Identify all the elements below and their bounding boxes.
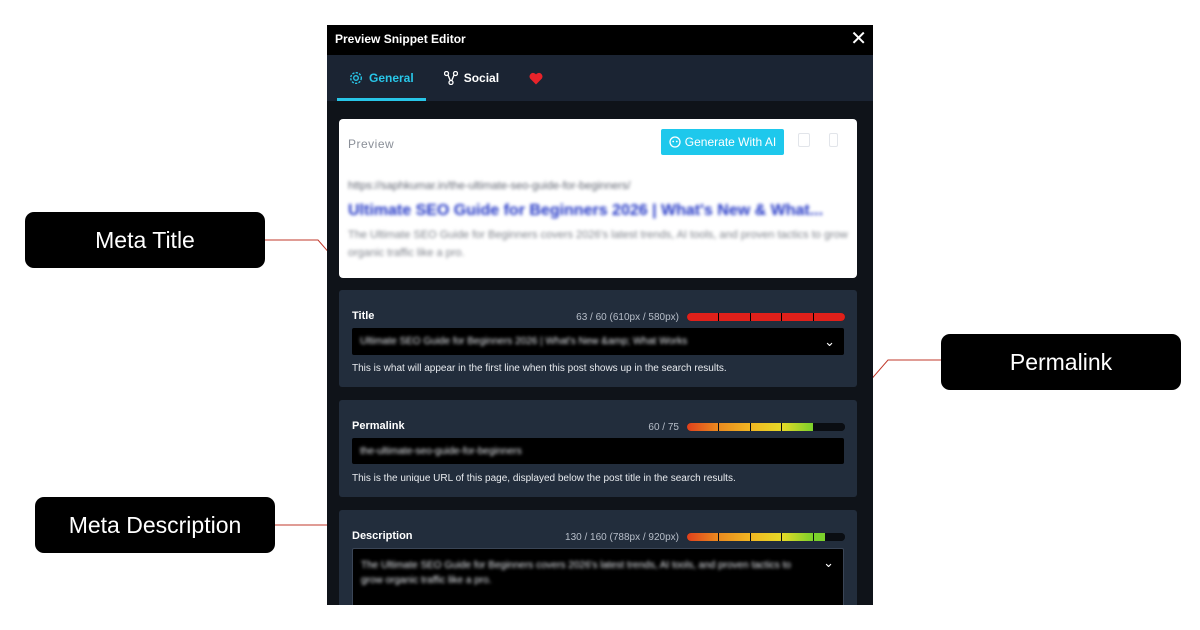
tab-general[interactable]: General [337, 55, 426, 101]
permalink-length-counter: 60 / 75 [648, 422, 679, 433]
preview-description: The Ultimate SEO Guide for Beginners cov… [348, 229, 848, 259]
meter-segment [718, 313, 750, 321]
tab-general-label: General [369, 71, 414, 85]
tab-bar: General Social [327, 55, 873, 101]
title-length-meter [687, 313, 845, 321]
description-length-meter [687, 533, 845, 541]
meter-segment [782, 423, 814, 431]
title-input-value: Ultimate SEO Guide for Beginners 2026 | … [360, 336, 688, 347]
tab-favorites[interactable] [517, 55, 555, 101]
meter-segment [782, 313, 814, 321]
description-field-panel: Description 130 / 160 (788px / 920px) Th… [339, 510, 857, 605]
title-field-panel: Title 63 / 60 (610px / 580px) Ultimate S… [339, 290, 857, 387]
generate-with-ai-button[interactable]: Generate With AI [661, 129, 784, 155]
preview-url: https://saphkumar.in/the-ultimate-seo-gu… [348, 180, 631, 192]
title-length-counter: 63 / 60 (610px / 580px) [576, 312, 679, 323]
ai-robot-icon [669, 136, 681, 148]
permalink-field-label: Permalink [352, 420, 405, 432]
meter-segment [782, 533, 814, 541]
close-icon[interactable]: ✕ [850, 27, 867, 51]
meter-segment [750, 423, 782, 431]
gear-icon [349, 71, 363, 85]
meter-segment [750, 313, 782, 321]
heart-icon [529, 72, 543, 84]
permalink-input[interactable]: the-ultimate-seo-guide-for-beginners [352, 438, 844, 464]
tab-social[interactable]: Social [432, 55, 511, 101]
permalink-input-value: the-ultimate-seo-guide-for-beginners [360, 446, 522, 457]
meter-segment [814, 423, 845, 431]
meter-segment [814, 313, 845, 321]
description-field-label: Description [352, 530, 413, 542]
permalink-field-panel: Permalink 60 / 75 the-ultimate-seo-guide… [339, 400, 857, 497]
desktop-preview-icon[interactable] [798, 133, 810, 147]
preview-title: Ultimate SEO Guide for Beginners 2026 | … [348, 202, 824, 219]
mobile-preview-icon[interactable] [829, 133, 838, 147]
serp-preview-card: Preview Generate With AI https://saphkum… [339, 119, 857, 278]
meter-segment [814, 533, 845, 541]
title-field-label: Title [352, 310, 375, 322]
tab-social-label: Social [463, 71, 500, 85]
editor-titlebar: Preview Snippet Editor ✕ [327, 25, 873, 55]
meta-title-callout: Meta Title [25, 212, 265, 268]
meta-description-callout: Meta Description [35, 497, 275, 553]
permalink-length-meter [687, 423, 845, 431]
meter-segment [718, 533, 750, 541]
editor-title: Preview Snippet Editor [335, 32, 466, 46]
description-input[interactable]: The Ultimate SEO Guide for Beginners cov… [352, 548, 844, 605]
permalink-help-text: This is the unique URL of this page, dis… [352, 473, 736, 484]
description-input-value: The Ultimate SEO Guide for Beginners cov… [361, 560, 791, 586]
meter-segment [750, 533, 782, 541]
title-input[interactable]: Ultimate SEO Guide for Beginners 2026 | … [352, 328, 844, 355]
chevron-down-icon[interactable]: ⌄ [824, 334, 835, 350]
permalink-callout: Permalink [941, 334, 1181, 390]
meter-segment [687, 313, 718, 321]
meter-segment [718, 423, 750, 431]
title-help-text: This is what will appear in the first li… [352, 363, 727, 374]
chevron-down-icon[interactable]: ⌄ [823, 555, 834, 571]
description-length-counter: 130 / 160 (788px / 920px) [565, 532, 679, 543]
meter-segment [687, 533, 718, 541]
preview-snippet-editor: Preview Snippet Editor ✕ General Social [327, 25, 873, 605]
share-network-icon [443, 71, 458, 85]
preview-label: Preview [348, 137, 395, 151]
generate-with-ai-label: Generate With AI [684, 135, 777, 149]
meter-segment [687, 423, 718, 431]
